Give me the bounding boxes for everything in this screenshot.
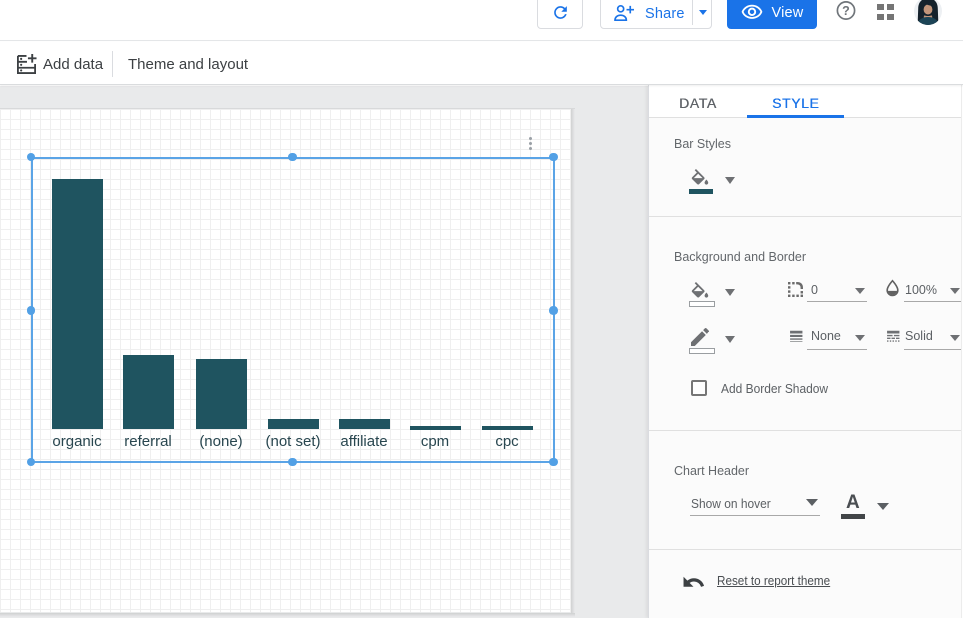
svg-text:?: ? [842, 4, 850, 18]
